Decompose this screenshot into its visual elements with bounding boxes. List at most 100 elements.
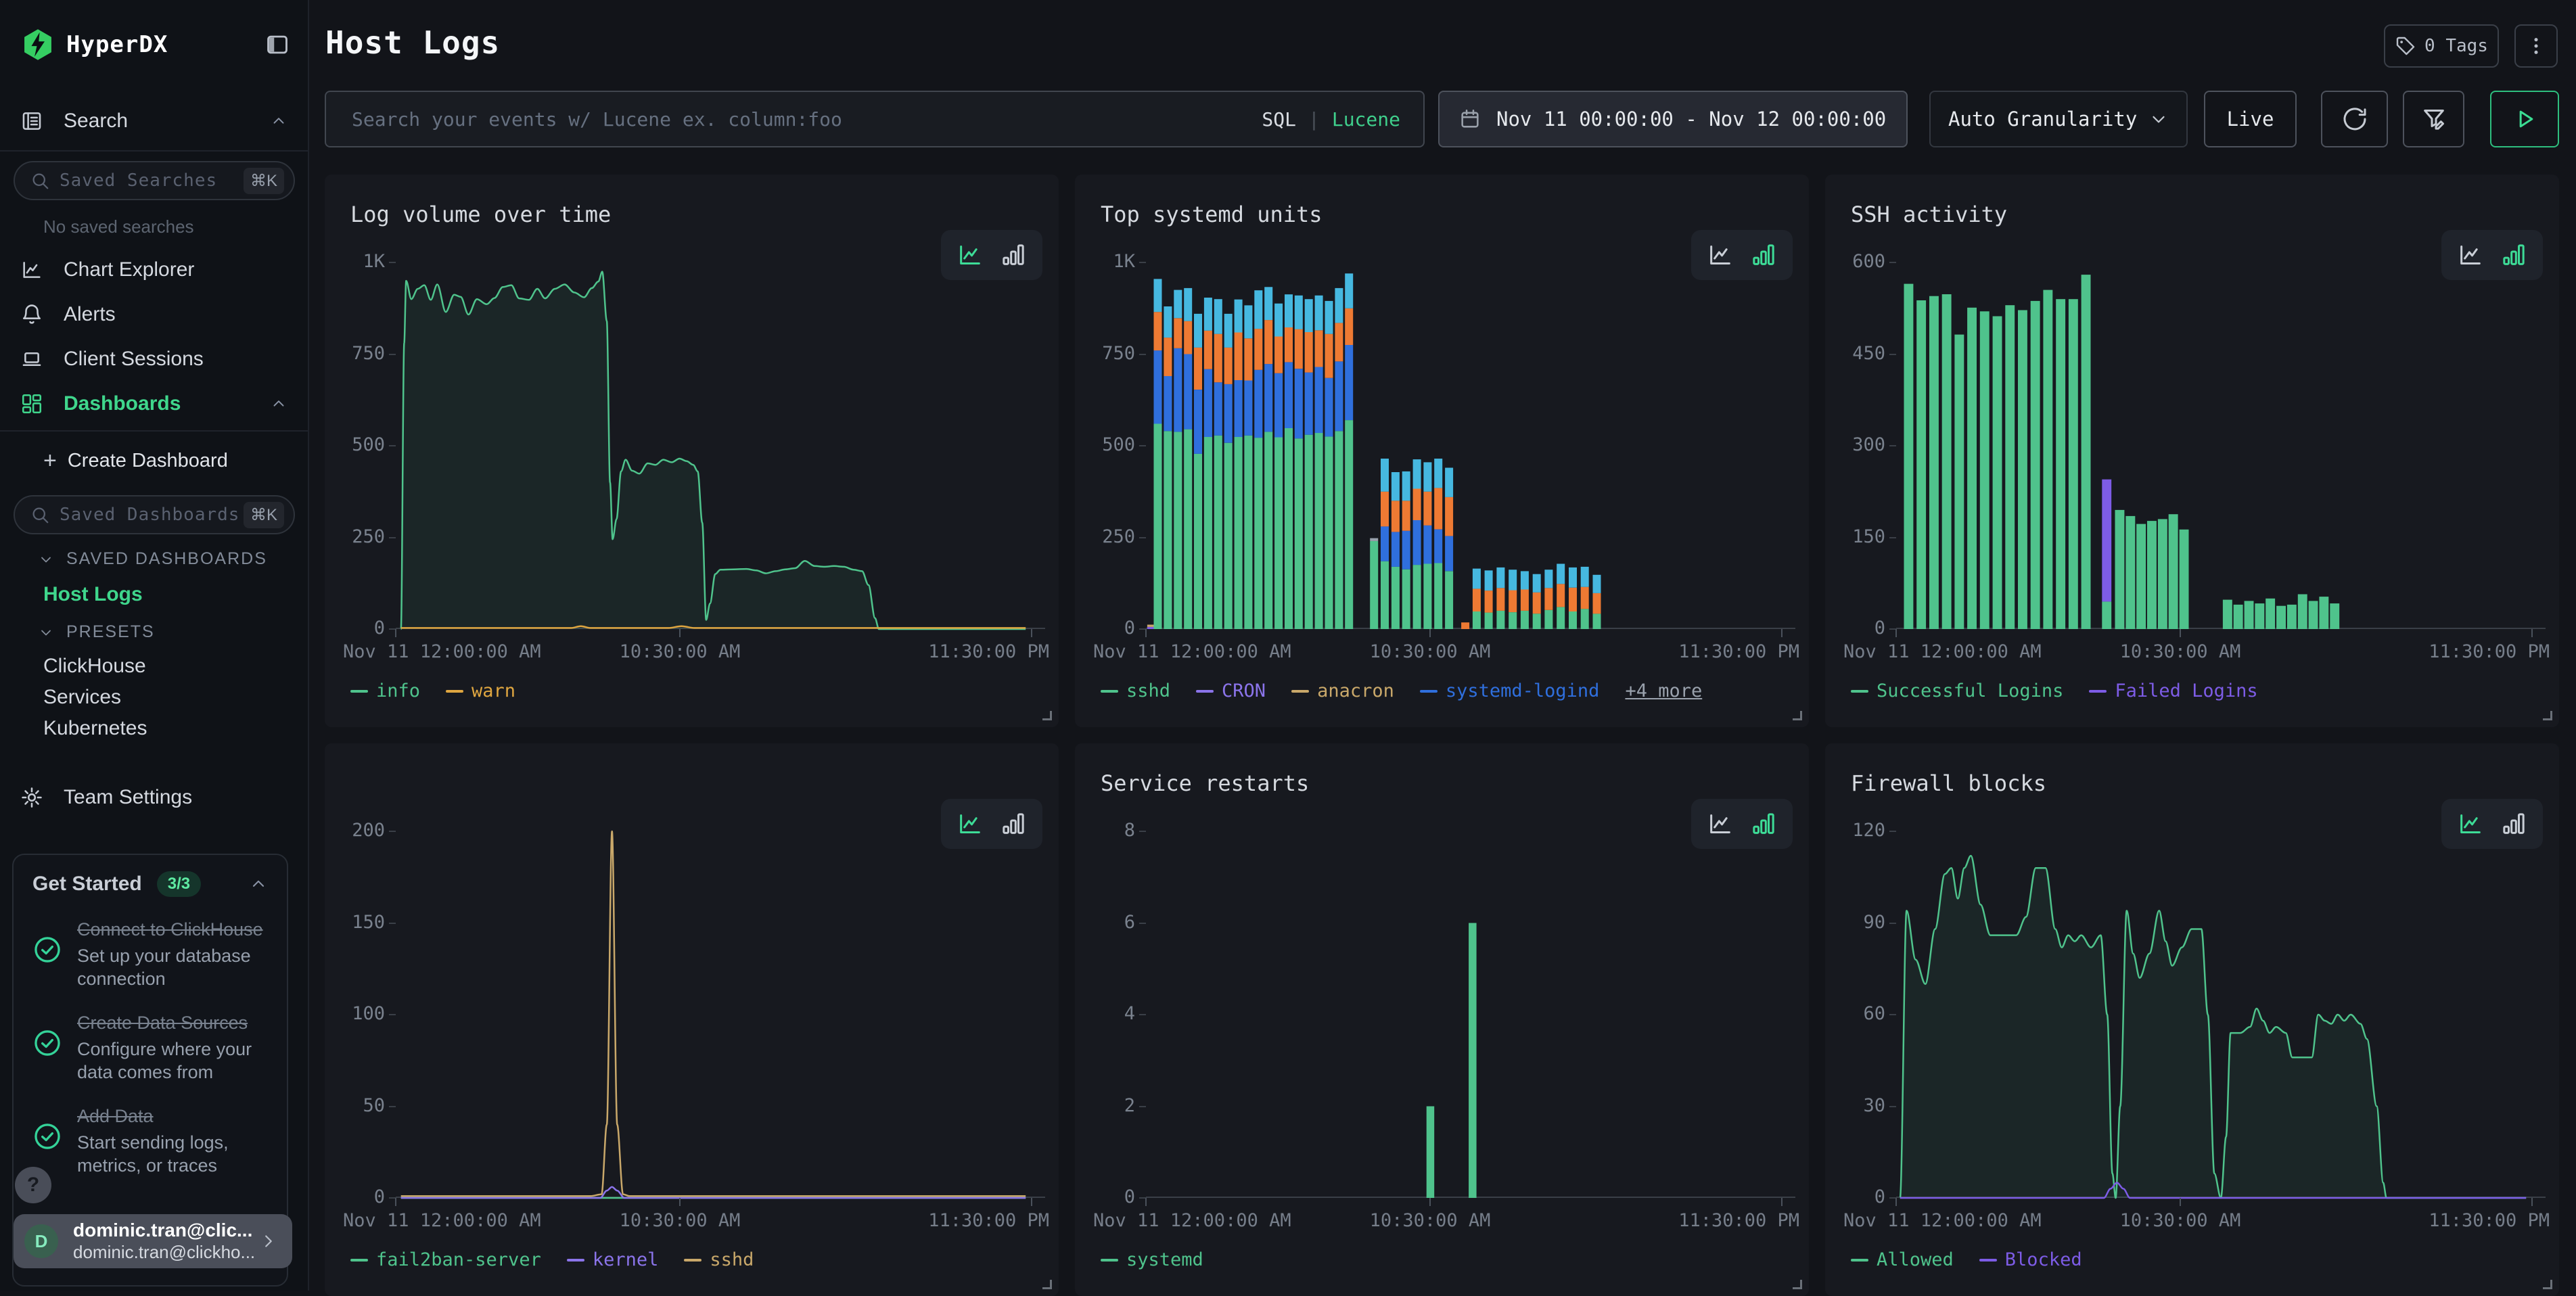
sidebar-collapse-icon[interactable] — [264, 32, 290, 57]
main-content: Host Logs 0 Tags SQL | Lucene Nov 11 00:… — [309, 0, 2576, 1291]
more-options-button[interactable] — [2514, 24, 2558, 68]
saved-searches-input[interactable] — [60, 170, 244, 191]
saved-dashboards-input[interactable] — [60, 505, 244, 525]
get-started-step[interactable]: Create Data Sources Configure where your… — [32, 1011, 268, 1084]
y-axis-tick — [1889, 354, 1896, 355]
sidebar-item-kubernetes[interactable]: Kubernetes — [43, 717, 147, 740]
help-button[interactable]: ? — [15, 1167, 51, 1203]
legend-item[interactable]: systemd-logind — [1420, 680, 1600, 701]
no-saved-searches-note: No saved searches — [43, 216, 194, 237]
saved-dashboards-search[interactable]: ⌘K — [14, 495, 295, 534]
chart-legend: Allowed Blocked — [1851, 1249, 2108, 1270]
legend-item[interactable]: systemd — [1101, 1249, 1203, 1270]
x-axis-tick — [2531, 1198, 2533, 1206]
x-axis-label: 10:30:00 AM — [2079, 641, 2282, 662]
sidebar-item-clickhouse[interactable]: ClickHouse — [43, 655, 146, 678]
y-axis-label: 90 — [1825, 912, 1885, 933]
sidebar: HyperDX Search ⌘K No saved searches Char… — [0, 0, 309, 1291]
chart-plot[interactable]: 02505007501KNov 11 12:00:00 AM10:30:00 A… — [396, 262, 1045, 629]
sidebar-item-alerts[interactable]: Alerts — [0, 294, 308, 335]
x-axis-tick — [1781, 629, 1782, 637]
x-axis-label: 11:30:00 PM — [928, 1210, 1049, 1231]
plus-icon: + — [43, 448, 57, 474]
chart-plot[interactable]: 0306090120Nov 11 12:00:00 AM10:30:00 AM1… — [1896, 831, 2546, 1198]
chart-panel: 050100150200Nov 11 12:00:00 AM10:30:00 A… — [325, 743, 1059, 1296]
y-axis-label: 0 — [1075, 1186, 1135, 1207]
refresh-button[interactable] — [2321, 91, 2388, 147]
sidebar-item-client-sessions[interactable]: Client Sessions — [0, 338, 308, 380]
x-axis-tick — [1031, 629, 1032, 637]
saved-dashboards-group-header[interactable]: SAVED DASHBOARDS — [38, 549, 267, 569]
step-title: Add Data — [77, 1104, 268, 1128]
saved-searches-search[interactable]: ⌘K — [14, 161, 295, 200]
x-axis-tick — [679, 629, 681, 637]
resize-handle[interactable] — [1042, 1280, 1052, 1289]
y-axis-label: 0 — [325, 618, 385, 639]
get-started-step[interactable]: Connect to ClickHouse Set up your databa… — [32, 917, 268, 990]
sidebar-item-chart-explorer[interactable]: Chart Explorer — [0, 249, 308, 291]
legend-item[interactable]: CRON — [1196, 680, 1266, 701]
x-axis-label: 11:30:00 PM — [1678, 641, 1799, 662]
sidebar-item-dashboards[interactable]: Dashboards — [0, 383, 308, 425]
sql-toggle[interactable]: SQL — [1262, 108, 1296, 131]
presets-group-header[interactable]: PRESETS — [38, 622, 155, 642]
chart-plot[interactable]: 050100150200Nov 11 12:00:00 AM10:30:00 A… — [396, 831, 1045, 1198]
legend-item[interactable]: Failed Logins — [2089, 680, 2257, 701]
legend-item[interactable]: fail2ban-server — [350, 1249, 541, 1270]
user-menu[interactable]: D dominic.tran@clic... dominic.tran@clic… — [14, 1214, 292, 1268]
run-query-button[interactable] — [2490, 91, 2559, 147]
sidebar-item-team-settings[interactable]: Team Settings — [0, 777, 308, 818]
y-axis-tick — [1139, 537, 1146, 538]
create-dashboard-button[interactable]: + Create Dashboard — [43, 448, 228, 474]
resize-handle[interactable] — [1793, 711, 1802, 720]
chart-plot[interactable]: 0150300450600Nov 11 12:00:00 AM10:30:00 … — [1896, 262, 2546, 629]
sidebar-item-services[interactable]: Services — [43, 686, 121, 709]
granularity-select[interactable]: Auto Granularity — [1929, 91, 2188, 147]
sidebar-item-host-logs[interactable]: Host Logs — [43, 583, 143, 606]
legend-item[interactable]: Allowed — [1851, 1249, 1954, 1270]
sidebar-item-label: Chart Explorer — [64, 258, 194, 281]
event-search-bar[interactable]: SQL | Lucene — [325, 91, 1425, 147]
x-axis-tick — [1895, 1198, 1897, 1206]
chevron-up-icon[interactable] — [249, 875, 268, 894]
legend-item[interactable]: warn — [446, 680, 515, 701]
get-started-step[interactable]: Add Data Start sending logs, metrics, or… — [32, 1104, 268, 1177]
hyperdx-logo-icon[interactable] — [20, 27, 55, 62]
chart-plot[interactable]: 02505007501KNov 11 12:00:00 AM10:30:00 A… — [1146, 262, 1795, 629]
x-axis-tick — [1895, 629, 1897, 637]
legend-item[interactable]: sshd — [1101, 680, 1170, 701]
dashboard-grid-icon — [20, 392, 43, 415]
resize-handle[interactable] — [1042, 711, 1052, 720]
y-axis-tick — [389, 354, 396, 355]
chevron-down-icon — [2148, 109, 2169, 129]
y-axis-label: 0 — [1075, 618, 1135, 639]
panel-title: Firewall blocks — [1851, 770, 2046, 796]
resize-handle[interactable] — [2543, 1280, 2552, 1289]
legend-item[interactable]: sshd — [684, 1249, 754, 1270]
lucene-toggle[interactable]: Lucene — [1332, 108, 1400, 131]
y-axis-label: 100 — [325, 1003, 385, 1024]
sidebar-item-search[interactable]: Search — [0, 100, 308, 142]
create-dashboard-label: Create Dashboard — [68, 450, 228, 472]
x-axis-label: 10:30:00 AM — [578, 641, 781, 662]
legend-item[interactable]: kernel — [567, 1249, 659, 1270]
y-axis-label: 500 — [1075, 434, 1135, 455]
x-axis-tick — [395, 1198, 396, 1206]
step-description: Configure where your data comes from — [77, 1038, 268, 1084]
legend-item[interactable]: anacron — [1291, 680, 1394, 701]
filter-button[interactable] — [2403, 91, 2464, 147]
resize-handle[interactable] — [1793, 1280, 1802, 1289]
y-axis-label: 1K — [325, 251, 385, 272]
legend-item[interactable]: Successful Logins — [1851, 680, 2063, 701]
date-range-picker[interactable]: Nov 11 00:00:00 - Nov 12 00:00:00 — [1438, 91, 1908, 147]
tags-button[interactable]: 0 Tags — [2384, 24, 2499, 68]
legend-item[interactable]: Blocked — [1979, 1249, 2082, 1270]
resize-handle[interactable] — [2543, 711, 2552, 720]
legend-more-link[interactable]: +4 more — [1625, 680, 1702, 701]
y-axis-tick — [389, 1106, 396, 1107]
shortcut-badge: ⌘K — [244, 502, 284, 528]
legend-item[interactable]: info — [350, 680, 420, 701]
search-input[interactable] — [326, 92, 1423, 146]
live-button[interactable]: Live — [2204, 91, 2297, 147]
chart-plot[interactable]: 02468Nov 11 12:00:00 AM10:30:00 AM11:30:… — [1146, 831, 1795, 1198]
